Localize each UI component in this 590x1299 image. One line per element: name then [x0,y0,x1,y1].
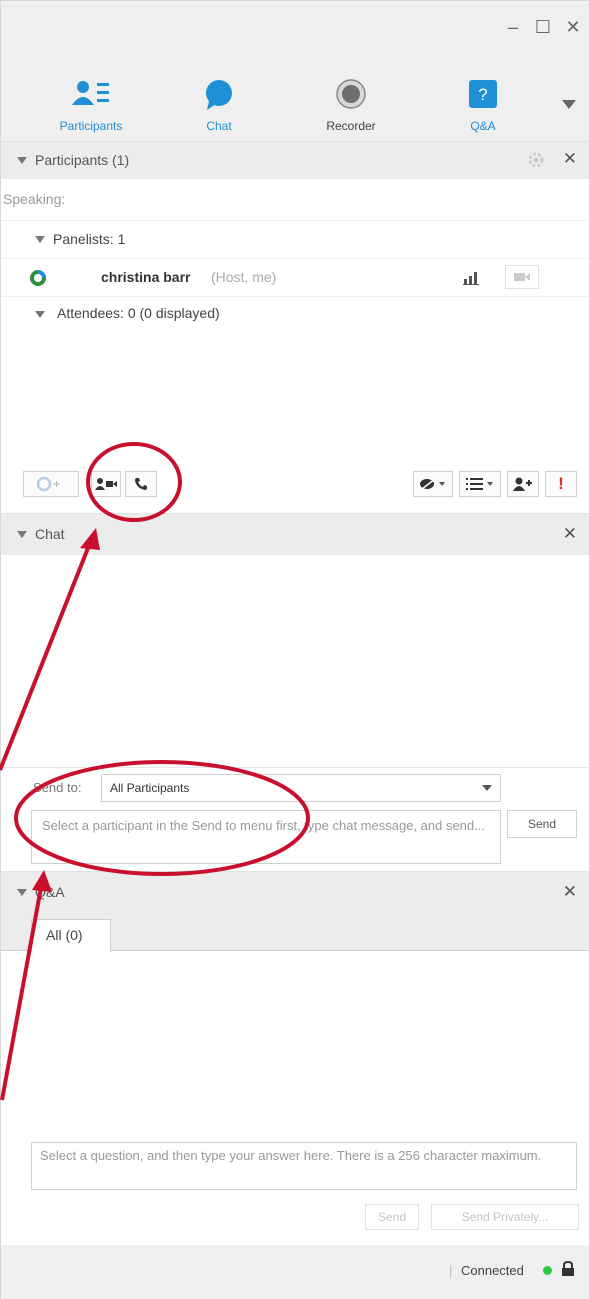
qa-answer-input[interactable]: Select a question, and then type your an… [31,1142,577,1190]
send-to-value: All Participants [110,781,190,795]
attendees-count: Attendees: 0 (0 displayed) [57,305,220,321]
qa-icon: ? [468,79,498,112]
annotate-icon [420,478,445,490]
maximize-button[interactable]: ☐ [531,15,555,39]
participant-name: christina barr [101,269,191,285]
expand-triangle-icon[interactable] [35,311,45,318]
send-to-dropdown[interactable]: All Participants [101,774,501,802]
close-window-button[interactable]: ✕ [561,15,585,39]
participants-panel-header[interactable]: Participants (1) ✕ [1,141,589,179]
more-tabs-chevron-down-icon[interactable] [561,97,577,109]
list-icon [466,478,493,490]
expand-triangle-icon[interactable] [35,236,45,243]
list-options-button[interactable] [459,471,501,497]
webex-panel-window: – ☐ ✕ Participants Chat Recorder ? Q&A P… [0,0,590,1299]
exclamation-icon: ! [558,474,564,493]
chat-compose-area: Send to: All Participants Select a parti… [1,767,589,871]
participants-icon [71,79,111,112]
attendees-group-row[interactable]: Attendees: 0 (0 displayed) [1,297,589,333]
tab-qa-label: Q&A [470,119,496,133]
connection-status: Connected [461,1263,524,1278]
video-call-button[interactable] [91,471,121,497]
phone-icon [135,478,147,490]
signal-bars-icon [463,271,479,288]
qa-panel-header[interactable]: Q&A ✕ [1,871,589,913]
qa-send-button[interactable]: Send [365,1204,419,1230]
video-person-icon [95,478,117,490]
invite-icon: + [36,476,60,492]
chat-panel-title: Chat [35,526,65,542]
alert-button[interactable]: ! [545,471,577,497]
chat-bubble-icon [203,79,235,114]
panelists-count: Panelists: 1 [53,231,126,247]
tab-chat-label: Chat [206,119,232,133]
qa-answer-placeholder: Select a question, and then type your an… [40,1148,542,1163]
participants-panel-title: Participants (1) [35,152,130,168]
collapse-triangle-icon[interactable] [17,531,27,538]
panelists-group-row[interactable]: Panelists: 1 [1,221,589,259]
qa-tab-all[interactable]: All (0) [31,919,111,952]
chat-message-placeholder: Select a participant in the Send to menu… [42,818,485,833]
collapse-triangle-icon[interactable] [17,889,27,896]
add-user-icon [513,477,532,491]
host-status-icon [29,269,47,290]
chat-message-input[interactable]: Select a participant in the Send to menu… [31,810,501,864]
close-chat-panel-icon[interactable]: ✕ [563,524,577,544]
send-to-label: Send to: [33,780,82,795]
chat-panel-header[interactable]: Chat ✕ [1,513,589,555]
participant-role: (Host, me) [211,269,277,285]
close-qa-panel-icon[interactable]: ✕ [563,882,577,902]
video-camera-icon[interactable] [505,265,539,289]
chat-send-button[interactable]: Send [507,810,577,838]
speaking-label: Speaking: [3,191,66,207]
tab-recorder-label: Recorder [326,119,376,133]
svg-text:+: + [53,477,60,491]
record-icon [336,79,366,112]
qa-panel-title: Q&A [35,884,65,900]
qa-send-privately-label: Send Privately... [461,1210,549,1224]
participant-row[interactable]: christina barr (Host, me) [1,259,589,297]
close-participants-panel-icon[interactable]: ✕ [563,149,577,169]
title-bar: – ☐ ✕ Participants Chat Recorder ? Q&A [1,1,589,141]
collapse-triangle-icon[interactable] [17,157,27,164]
gear-icon[interactable] [527,151,545,172]
svg-text:?: ? [478,85,487,104]
tab-qa[interactable]: ? Q&A [433,77,533,133]
tab-recorder[interactable]: Recorder [301,77,401,133]
qa-tab-strip: All (0) [1,913,589,952]
status-separator: | [449,1263,453,1278]
chat-send-label: Send [527,817,557,831]
annotation-menu-button[interactable] [413,471,453,497]
qa-tab-all-label: All (0) [46,927,83,943]
tab-participants[interactable]: Participants [41,77,141,133]
tab-participants-label: Participants [59,119,123,133]
speaking-row: Speaking: [1,181,589,221]
qa-send-privately-button[interactable]: Send Privately... [431,1204,579,1230]
minimize-button[interactable]: – [501,15,525,39]
qa-send-label: Send [377,1210,407,1224]
chevron-down-icon [482,785,492,791]
phone-call-button[interactable] [125,471,157,497]
invite-button[interactable]: + [23,471,79,497]
tab-chat[interactable]: Chat [169,77,269,133]
status-bar: | Connected [1,1245,589,1299]
connected-dot-icon [543,1266,552,1275]
lock-icon [561,1260,575,1280]
add-participant-button[interactable] [507,471,539,497]
